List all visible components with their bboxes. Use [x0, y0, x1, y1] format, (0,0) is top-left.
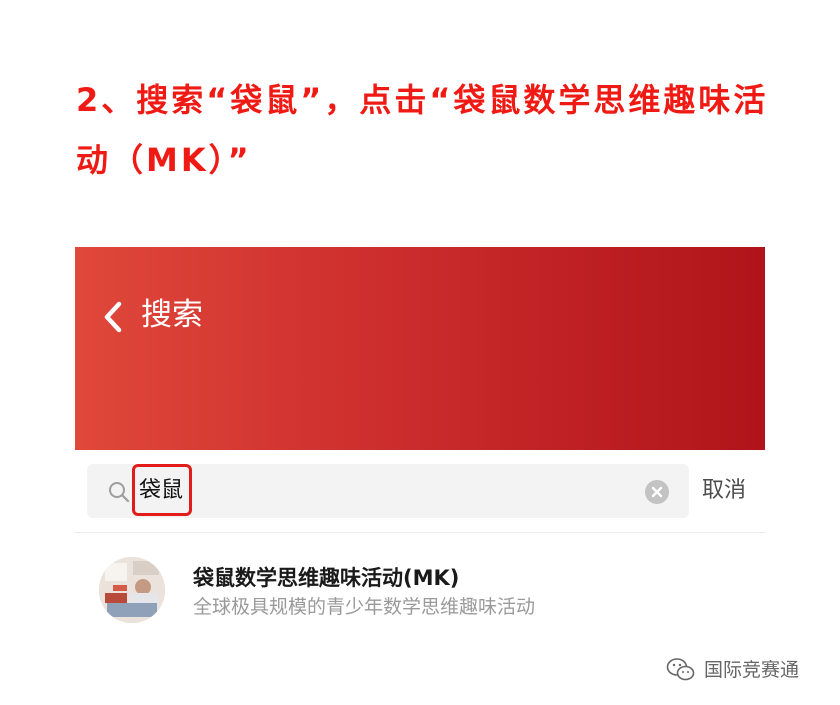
watermark-text: 国际竞赛通: [704, 659, 800, 681]
cancel-button[interactable]: 取消: [702, 475, 746, 507]
search-input[interactable]: 袋鼠: [87, 464, 689, 518]
search-result-item[interactable]: 袋鼠数学思维趣味活动(MK) 全球极具规模的青少年数学思维趣味活动: [75, 533, 765, 643]
back-button[interactable]: [101, 299, 125, 335]
clear-search-button[interactable]: [645, 480, 669, 504]
chevron-left-icon: [104, 301, 122, 333]
watermark: 国际竞赛通: [666, 654, 799, 686]
result-description: 全球极具规模的青少年数学思维趣味活动: [193, 596, 536, 618]
page-title: 搜索: [141, 297, 203, 333]
search-header: 搜索: [75, 247, 765, 450]
result-avatar: [99, 557, 165, 623]
search-icon: [109, 482, 130, 503]
search-screenshot: 搜索 袋鼠 取消 袋鼠数学思维趣味活动(MK) 全球极具规模的青少年数学思维趣味…: [75, 247, 765, 657]
avatar-photo-icon: [99, 557, 165, 623]
instruction-text: 2、搜索“袋鼠”，点击“袋鼠数学思维趣味活动（MK）”: [76, 81, 769, 179]
wechat-icon: [666, 658, 695, 681]
result-title: 袋鼠数学思维趣味活动(MK): [193, 566, 460, 590]
search-bar-row: 袋鼠 取消: [75, 450, 765, 532]
search-query-highlight: [132, 464, 192, 516]
clear-icon: [651, 486, 663, 498]
